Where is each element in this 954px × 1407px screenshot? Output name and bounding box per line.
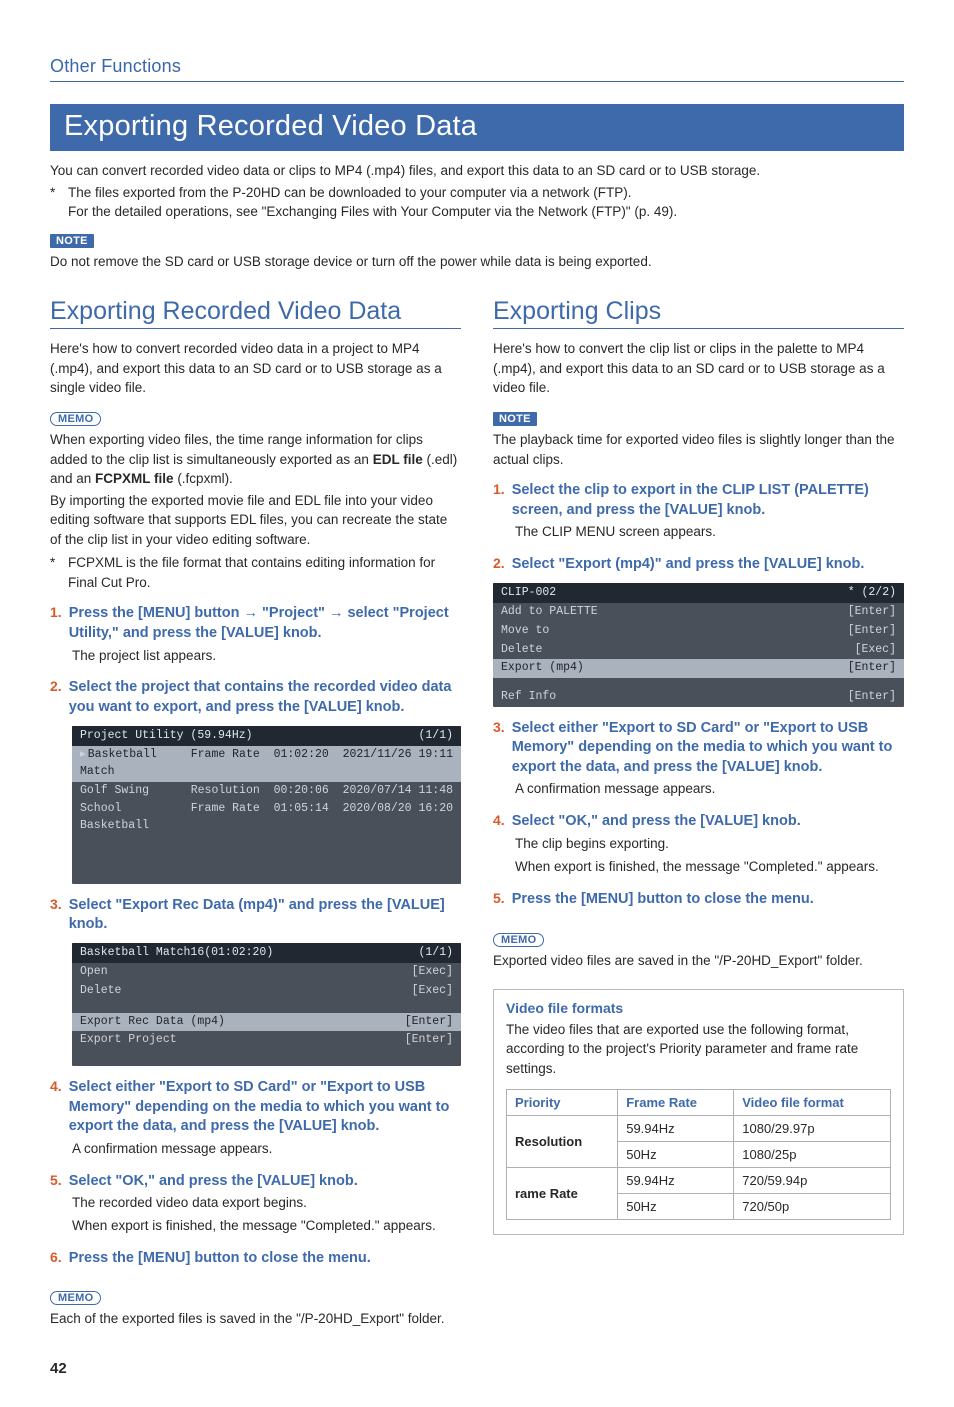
step-1: 1. Press the [MENU] button → "Project" →… <box>50 604 461 643</box>
star-note-line1: The files exported from the P-20HD can b… <box>68 185 632 200</box>
right-bottom-memo: Exported video files are saved in the "/… <box>493 951 904 971</box>
project-menu-screenshot: Basketball Match16(01:02:20)(1/1) Open[E… <box>72 943 461 1066</box>
right-column: Exporting Clips Here's how to convert th… <box>493 297 904 1330</box>
asterisk: * <box>50 553 60 592</box>
th-format: Video file format <box>734 1089 891 1115</box>
running-head: Other Functions <box>50 56 904 82</box>
page-title: Exporting Recorded Video Data <box>50 104 904 151</box>
step-3: 3. Select "Export Rec Data (mp4)" and pr… <box>50 896 461 935</box>
th-priority: Priority <box>507 1089 618 1115</box>
formats-title: Video file formats <box>506 1000 891 1016</box>
right-step-5: 5. Press the [MENU] button to close the … <box>493 890 904 910</box>
note-tag: NOTE <box>493 412 537 426</box>
th-framerate: Frame Rate <box>618 1089 734 1115</box>
formats-desc: The video files that are exported use th… <box>506 1020 891 1079</box>
left-bottom-memo: Each of the exported files is saved in t… <box>50 1309 461 1329</box>
formats-box: Video file formats The video files that … <box>493 989 904 1235</box>
left-memo-1: When exporting video files, the time ran… <box>50 430 461 489</box>
right-step-4: 4. Select "OK," and press the [VALUE] kn… <box>493 812 904 832</box>
memo-tag: MEMO <box>50 1291 101 1305</box>
step-sub: A confirmation message appears. <box>50 1139 461 1160</box>
left-memo-2: By importing the exported movie file and… <box>50 491 461 550</box>
formats-table: Priority Frame Rate Video file format Re… <box>506 1089 891 1220</box>
step-4: 4. Select either "Export to SD Card" or … <box>50 1078 461 1137</box>
left-memo-star: FCPXML is the file format that contains … <box>68 553 461 592</box>
project-utility-screenshot: Project Utility (59.94Hz)(1/1) Basketbal… <box>72 726 461 884</box>
table-row: Resolution 59.94Hz 1080/29.97p <box>507 1115 891 1141</box>
star-note-body: The files exported from the P-20HD can b… <box>68 183 677 222</box>
note-tag: NOTE <box>50 234 94 248</box>
step-number: 1. <box>50 604 62 643</box>
step-2: 2. Select the project that contains the … <box>50 678 461 717</box>
left-heading: Exporting Recorded Video Data <box>50 297 461 329</box>
left-intro: Here's how to convert recorded video dat… <box>50 339 461 398</box>
right-note: The playback time for exported video fil… <box>493 430 904 469</box>
right-intro: Here's how to convert the clip list or c… <box>493 339 904 398</box>
intro-text: You can convert recorded video data or c… <box>50 161 904 181</box>
right-step-3: 3. Select either "Export to SD Card" or … <box>493 719 904 778</box>
right-heading: Exporting Clips <box>493 297 904 329</box>
left-column: Exporting Recorded Video Data Here's how… <box>50 297 461 1330</box>
asterisk: * <box>50 183 60 222</box>
table-row: rame Rate 59.94Hz 720/59.94p <box>507 1167 891 1193</box>
note-text: Do not remove the SD card or USB storage… <box>50 252 904 272</box>
right-step-1: 1. Select the clip to export in the CLIP… <box>493 481 904 520</box>
clip-menu-screenshot: CLIP-002* (2/2) Add to PALETTE[Enter] Mo… <box>493 583 904 707</box>
memo-tag: MEMO <box>493 933 544 947</box>
star-note-line2: For the detailed operations, see "Exchan… <box>68 204 677 219</box>
memo-tag: MEMO <box>50 412 101 426</box>
right-step-2: 2. Select "Export (mp4)" and press the [… <box>493 555 904 575</box>
step-sub: The project list appears. <box>50 646 461 667</box>
page-number: 42 <box>50 1360 904 1377</box>
step-5: 5. Select "OK," and press the [VALUE] kn… <box>50 1172 461 1192</box>
step-text: Press the [MENU] button → "Project" → se… <box>69 604 461 643</box>
step-6: 6. Press the [MENU] button to close the … <box>50 1249 461 1269</box>
